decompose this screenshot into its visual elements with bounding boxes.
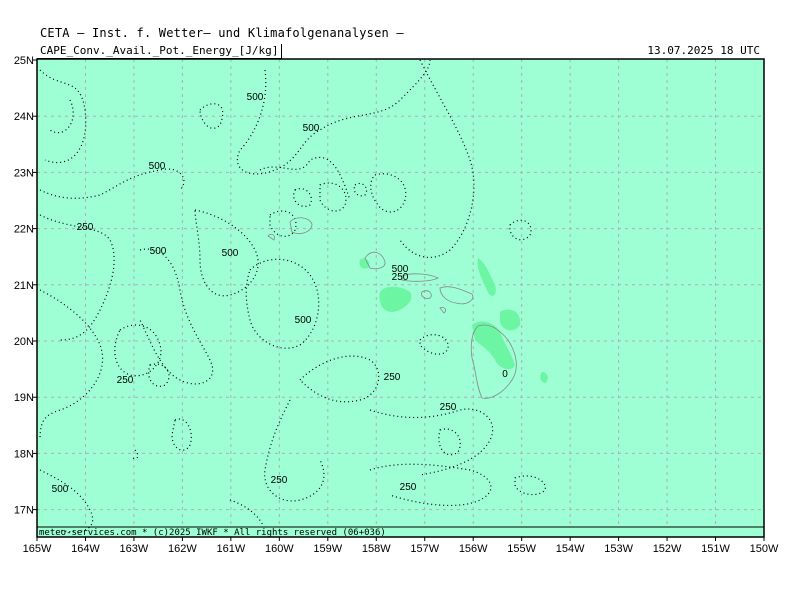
- latitude-labels: 25N 24N 23N 22N 21N 20N 19N 18N 17N: [14, 55, 34, 517]
- valid-time: 13.07.2025 18 UTC: [647, 44, 760, 57]
- lon-label: 160W: [265, 543, 294, 555]
- lon-label: 165W: [23, 543, 52, 555]
- lon-label: 153W: [604, 543, 633, 555]
- lat-label: 20N: [14, 336, 34, 348]
- map-canvas: 500 500 500 250 500 500 500 250 500 250 …: [14, 55, 779, 555]
- lon-label: 158W: [362, 543, 391, 555]
- contour-label: 250: [384, 372, 401, 383]
- lon-label: 150W: [750, 543, 779, 555]
- header-bar: CAPE_Conv._Avail._Pot._Energy_[J/kg] 13.…: [37, 44, 764, 59]
- lat-label: 21N: [14, 280, 34, 292]
- contour-label: 500: [150, 246, 167, 257]
- lat-label: 17N: [14, 505, 34, 517]
- lon-label: 157W: [410, 543, 439, 555]
- contour-label: 250: [440, 402, 457, 413]
- contour-label: 500: [222, 248, 239, 259]
- contour-label: 250: [117, 375, 134, 386]
- contour-label: 0: [502, 369, 508, 380]
- contour-label: 500: [52, 484, 69, 495]
- contour-label: 250: [77, 222, 94, 233]
- unit-label: _[J/kg]: [232, 44, 279, 57]
- lat-label: 22N: [14, 224, 34, 236]
- lat-label: 19N: [14, 392, 34, 404]
- contour-label: 500: [247, 92, 264, 103]
- footer-credit: meteo-services.com * (c)2025 IWKF * All …: [39, 528, 386, 538]
- lon-label: 164W: [71, 543, 100, 555]
- lon-label: 156W: [459, 543, 488, 555]
- lon-label: 154W: [556, 543, 585, 555]
- longitude-labels: 165W 164W 163W 162W 161W 160W 159W 158W 157W 156W…: [23, 543, 779, 555]
- lon-label: 163W: [120, 543, 149, 555]
- lon-label: 162W: [168, 543, 197, 555]
- lon-label: 155W: [507, 543, 536, 555]
- contour-label: 250: [392, 272, 409, 283]
- lon-label: 151W: [701, 543, 730, 555]
- lat-label: 25N: [14, 55, 34, 67]
- contour-label: 250: [271, 475, 288, 486]
- lat-label: 18N: [14, 448, 34, 460]
- lon-label: 161W: [216, 543, 245, 555]
- contour-label: 500: [303, 123, 320, 134]
- lon-label: 152W: [653, 543, 682, 555]
- contour-label: 500: [295, 315, 312, 326]
- contour-label: 250: [400, 482, 417, 493]
- contour-label: 500: [149, 161, 166, 172]
- parameter-name: CAPE_Conv._Avail._Pot._Energy: [40, 44, 233, 57]
- parameter-box: CAPE_Conv._Avail._Pot._Energy_[J/kg]: [37, 44, 283, 59]
- lat-label: 24N: [14, 111, 34, 123]
- lat-label: 23N: [14, 167, 34, 179]
- lon-label: 159W: [313, 543, 342, 555]
